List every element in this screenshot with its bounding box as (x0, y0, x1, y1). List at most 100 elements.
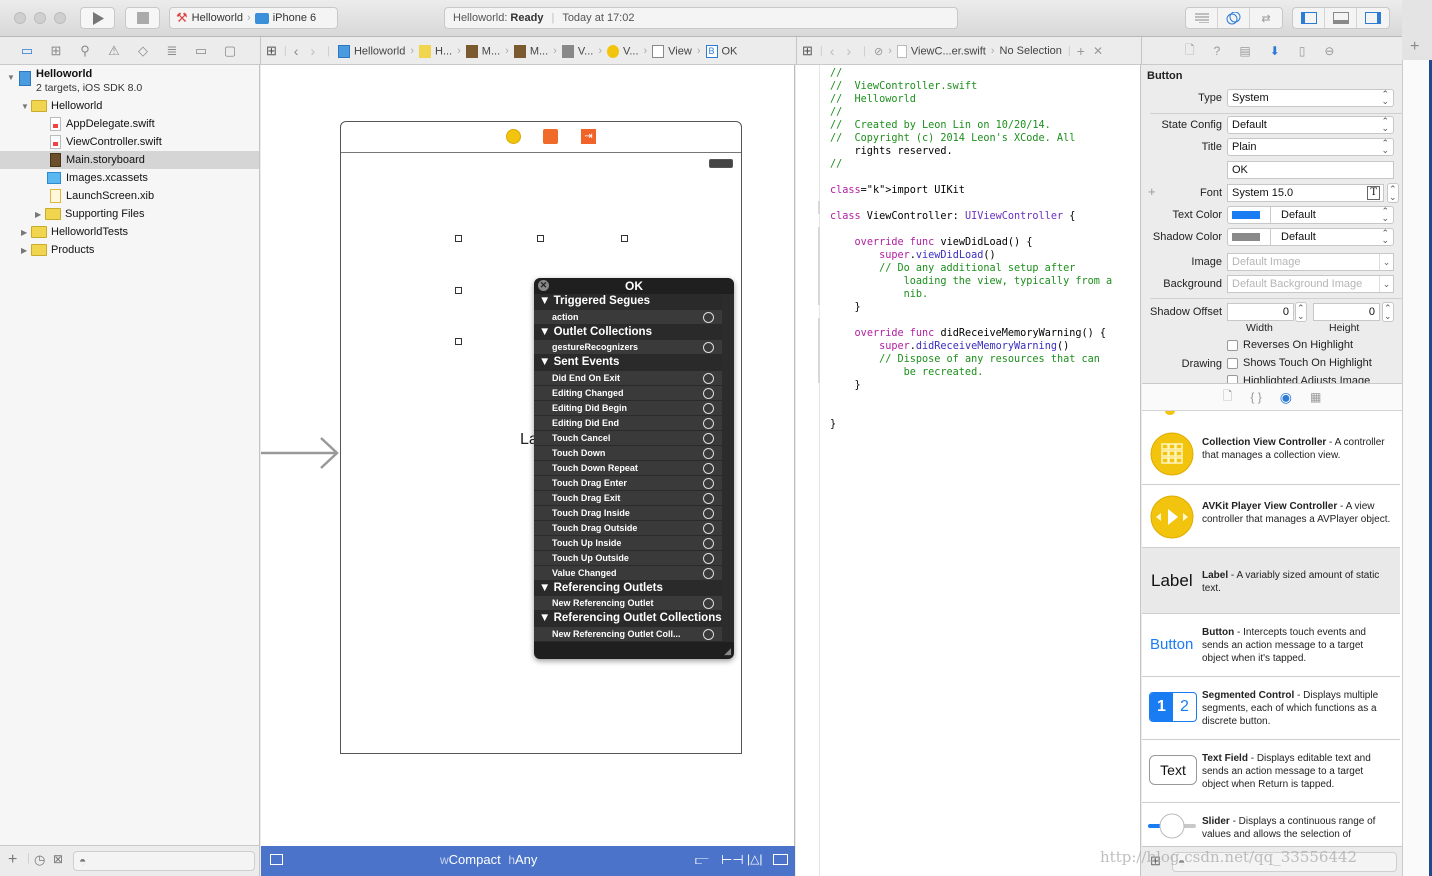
size-class-control[interactable]: wCompact hAny (440, 852, 537, 867)
nav-item-helloworld-folder[interactable]: ▼ Helloworld (0, 97, 259, 115)
library-item-button[interactable]: Button Button - Intercepts touch events … (1142, 614, 1400, 677)
nav-item-products[interactable]: ▶ Products (0, 241, 259, 259)
close-window-button[interactable] (14, 12, 26, 24)
nav-item-helloworldtests[interactable]: ▶ HelloworldTests (0, 223, 259, 241)
connection-well-icon[interactable] (703, 417, 714, 429)
connection-well-icon[interactable] (703, 492, 714, 504)
font-picker-icon[interactable]: T (1367, 186, 1380, 200)
connection-well-icon[interactable] (703, 462, 714, 474)
test-navigator-icon[interactable]: ◇ (135, 43, 151, 59)
breadcrumb-file[interactable]: ViewC...er.swift (896, 44, 986, 58)
background-combo[interactable]: Default Background Image ⌄ (1227, 275, 1394, 293)
help-inspector-icon[interactable]: ? (1214, 44, 1221, 58)
popup-section-header[interactable]: ▼ Outlet Collections (534, 324, 722, 340)
related-items-icon[interactable]: ⊞ (802, 43, 813, 59)
code-editor[interactable]: // // ViewController.swift // Helloworld //… (796, 65, 1141, 876)
symbol-navigator-icon[interactable]: ⊞ (48, 43, 64, 59)
connection-well-icon[interactable] (703, 522, 714, 534)
library-item-slider[interactable]: Slider - Displays a continuous range of … (1142, 803, 1400, 846)
search-icon[interactable]: ⚲ (77, 43, 93, 59)
text-color-swatch[interactable] (1232, 211, 1260, 219)
library-item-segmented-control[interactable]: 1 2 Segmented Control - Displays multipl… (1142, 677, 1400, 740)
resolve-issues-icon[interactable]: |△| (747, 852, 762, 866)
shadow-color-select[interactable]: Default ⌃ ⌄ (1227, 228, 1394, 246)
library-item-label[interactable]: Label Label - A variably sized amount of… (1142, 548, 1400, 614)
breadcrumb-item[interactable]: M... (513, 44, 548, 58)
state-config-select[interactable]: Default ⌃ ⌄ (1227, 116, 1394, 134)
nav-item-appdelegate[interactable]: AppDelegate.swift (0, 115, 259, 133)
connection-well-icon[interactable] (703, 567, 714, 579)
shadow-width-stepper[interactable]: ⌃ ⌄ (1295, 302, 1307, 322)
document-outline-toggle-icon[interactable] (270, 854, 283, 865)
automatic-mode-icon[interactable]: ⊘ (874, 45, 883, 58)
close-popup-icon[interactable]: ✕ (538, 280, 549, 291)
resize-handle[interactable] (455, 235, 462, 242)
project-navigator-icon[interactable]: ▭ (19, 43, 35, 59)
breadcrumb-selection[interactable]: No Selection (1000, 45, 1062, 57)
connection-well-icon[interactable] (703, 598, 714, 609)
close-editor-button[interactable]: ✕ (1093, 44, 1103, 58)
connection-well-icon[interactable] (703, 537, 714, 549)
resize-handle[interactable] (621, 235, 628, 242)
breadcrumb-item[interactable]: M... (465, 44, 500, 58)
back-button[interactable]: ‹ (294, 43, 299, 59)
connections-inspector-icon[interactable]: ⊖ (1324, 44, 1334, 58)
add-editor-button[interactable]: + (1077, 43, 1085, 59)
connection-well-icon[interactable] (703, 342, 714, 353)
breakpoint-icon[interactable]: ▭ (193, 43, 209, 59)
nav-item-main-storyboard[interactable]: Main.storyboard (0, 151, 259, 169)
minimize-window-button[interactable] (34, 12, 46, 24)
scheme-device[interactable]: iPhone 6 (273, 12, 316, 24)
resize-handle[interactable] (537, 235, 544, 242)
object-library-icon[interactable]: ◉ (1280, 389, 1292, 406)
code-snippet-library-icon[interactable]: { } (1250, 390, 1261, 404)
scheme-project[interactable]: Helloworld (192, 12, 243, 24)
related-items-icon[interactable]: ⊞ (266, 43, 277, 59)
resize-handle[interactable] (455, 338, 462, 345)
identity-inspector-icon[interactable]: ▤ (1239, 44, 1250, 58)
stop-button[interactable] (125, 7, 160, 29)
debug-navigator-icon[interactable]: ≣ (164, 43, 180, 59)
standard-editor-button[interactable] (1186, 8, 1218, 28)
breadcrumb-item[interactable]: H... (419, 44, 452, 58)
recent-files-icon[interactable]: ◷ (34, 852, 45, 868)
nav-item-launchscreen[interactable]: LaunchScreen.xib (0, 187, 259, 205)
font-size-stepper[interactable]: ⌃ ⌄ (1387, 183, 1399, 203)
back-button[interactable]: ‹ (830, 43, 835, 59)
connection-well-icon[interactable] (703, 432, 714, 444)
toggle-debug-button[interactable] (1325, 8, 1357, 28)
editor-gutter[interactable] (796, 65, 820, 876)
nav-item-supporting-files[interactable]: ▶ Supporting Files (0, 205, 259, 223)
attributes-inspector-icon[interactable]: ⬇ (1270, 44, 1280, 58)
popup-section-header[interactable]: ▼ Referencing Outlets (534, 580, 722, 596)
source-code[interactable]: // // ViewController.swift // Helloworld //… (830, 67, 1112, 431)
breadcrumb-item[interactable]: V... (561, 44, 593, 58)
add-icon[interactable]: + (8, 851, 17, 869)
shadow-color-swatch[interactable] (1232, 233, 1260, 241)
view-controller-icon[interactable] (506, 129, 521, 144)
resize-grip-icon[interactable]: ◢ (724, 646, 731, 657)
file-inspector-icon[interactable]: 🗋 (1185, 41, 1195, 62)
library-item-avkit-player[interactable]: AVKit Player View Controller - A view co… (1142, 485, 1400, 548)
first-responder-icon[interactable] (543, 129, 558, 144)
popup-scrollbar[interactable] (722, 294, 734, 642)
project-root[interactable]: ▼ Helloworld 2 targets, iOS SDK 8.0 (0, 67, 259, 97)
align-icon[interactable]: ⫍ (695, 852, 709, 868)
media-library-icon[interactable]: ▦ (1310, 390, 1321, 404)
popup-section-header[interactable]: ▼ Triggered Segues (534, 294, 722, 310)
connection-well-icon[interactable] (703, 628, 714, 640)
log-icon[interactable]: ▢ (222, 43, 238, 59)
file-template-library-icon[interactable]: 🗋 (1223, 387, 1233, 408)
size-inspector-icon[interactable]: ▯ (1299, 44, 1306, 58)
nav-item-viewcontroller[interactable]: ViewController.swift (0, 133, 259, 151)
connection-well-icon[interactable] (703, 447, 714, 459)
image-combo[interactable]: Default Image ⌄ (1227, 253, 1394, 271)
breadcrumb-item[interactable]: B OK (705, 44, 737, 58)
toggle-navigator-button[interactable] (1293, 8, 1325, 28)
type-select[interactable]: System ⌃ ⌄ (1227, 89, 1394, 107)
shadow-offset-height-input[interactable]: 0 (1313, 303, 1380, 321)
connection-well-icon[interactable] (703, 552, 714, 564)
connection-well-icon[interactable] (703, 477, 714, 489)
source-control-filter-icon[interactable]: ⊠ (53, 852, 63, 866)
version-editor-button[interactable]: ⇄ (1250, 8, 1282, 28)
